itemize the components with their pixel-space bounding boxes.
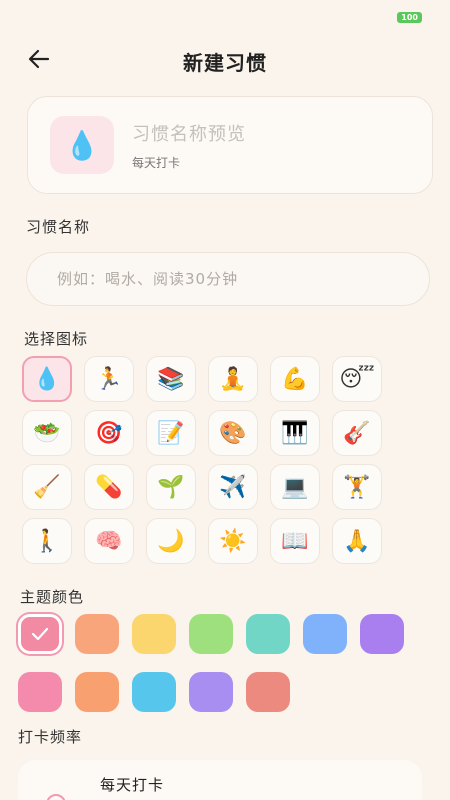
books-icon: 📚	[157, 366, 185, 392]
icon-option-guitar[interactable]: 🎸	[332, 410, 382, 456]
icon-option-brain[interactable]: 🧠	[84, 518, 134, 564]
guitar-icon: 🎸	[343, 420, 371, 446]
color-swatch[interactable]	[246, 614, 290, 654]
icon-option-moon[interactable]: 🌙	[146, 518, 196, 564]
color-swatch[interactable]	[18, 672, 62, 712]
icon-select-label: 选择图标	[24, 330, 89, 348]
icon-option-airplane[interactable]: ✈️	[208, 464, 258, 510]
preview-habit-name: 习惯名称预览	[132, 123, 246, 145]
salad-icon: 🥗	[33, 420, 61, 446]
color-swatch[interactable]	[75, 614, 119, 654]
icon-option-books[interactable]: 📚	[146, 356, 196, 402]
color-swatch[interactable]	[246, 672, 290, 712]
frequency-option-daily[interactable]: 每天打卡	[18, 760, 422, 800]
icon-option-seedling[interactable]: 🌱	[146, 464, 196, 510]
checkmark-icon	[31, 627, 49, 641]
icon-option-open-book[interactable]: 📖	[270, 518, 320, 564]
icon-option-sun[interactable]: ☀️	[208, 518, 258, 564]
status-right: 100	[397, 11, 422, 23]
muscle-icon: 💪	[281, 366, 309, 392]
icon-option-broom[interactable]: 🧹	[22, 464, 72, 510]
moon-icon: 🌙	[157, 528, 185, 554]
open-book-icon: 📖	[281, 528, 309, 554]
weightlifting-icon: 🏋️	[343, 474, 371, 500]
target-icon: 🎯	[95, 420, 123, 446]
icon-option-water-drop[interactable]: 💧	[22, 356, 72, 402]
color-swatch[interactable]	[360, 614, 404, 654]
back-arrow-icon	[28, 49, 50, 69]
icon-option-sleep[interactable]: 😴	[332, 356, 382, 402]
icon-option-memo[interactable]: 📝	[146, 410, 196, 456]
back-button[interactable]	[24, 44, 54, 74]
icon-option-salad[interactable]: 🥗	[22, 410, 72, 456]
frequency-option-label: 每天打卡	[100, 776, 165, 794]
color-swatch[interactable]	[75, 672, 119, 712]
sleep-icon: 😴	[339, 366, 375, 392]
walking-icon: 🚶	[33, 528, 61, 554]
radio-button[interactable]	[46, 794, 66, 800]
preview-frequency: 每天打卡	[132, 155, 181, 170]
icon-option-laptop[interactable]: 💻	[270, 464, 320, 510]
icon-option-pray[interactable]: 🙏	[332, 518, 382, 564]
water-drop-icon: 💧	[33, 366, 61, 392]
brain-icon: 🧠	[95, 528, 123, 554]
icon-option-palette[interactable]: 🎨	[208, 410, 258, 456]
airplane-icon: ✈️	[219, 474, 247, 500]
habit-preview-card: 💧 习惯名称预览 每天打卡	[27, 96, 433, 194]
icon-option-pill[interactable]: 💊	[84, 464, 134, 510]
memo-icon: 📝	[157, 420, 185, 446]
running-icon: 🏃	[95, 366, 123, 392]
seedling-icon: 🌱	[157, 474, 185, 500]
preview-icon: 💧	[50, 116, 114, 174]
meditation-icon: 🧘	[219, 366, 247, 392]
theme-color-label: 主题颜色	[20, 588, 85, 606]
status-bar: 100	[0, 0, 450, 34]
icon-option-piano[interactable]: 🎹	[270, 410, 320, 456]
piano-icon: 🎹	[281, 420, 309, 446]
icon-option-meditation[interactable]: 🧘	[208, 356, 258, 402]
palette-icon: 🎨	[219, 420, 247, 446]
icon-option-muscle[interactable]: 💪	[270, 356, 320, 402]
broom-icon: 🧹	[33, 474, 61, 500]
frequency-label: 打卡频率	[18, 728, 83, 746]
icon-grid: 💧 🏃 📚 🧘 💪 😴 🥗 🎯 📝 🎨 🎹 🎸 🧹 💊 🌱 ✈️ 💻 🏋️ 🚶 🧠 🌙 ☀️ 📖 🙏	[22, 356, 402, 564]
header: 新建习惯	[0, 38, 450, 84]
icon-option-target[interactable]: 🎯	[84, 410, 134, 456]
color-swatch[interactable]	[303, 614, 347, 654]
color-swatch[interactable]	[189, 614, 233, 654]
color-swatch[interactable]	[132, 614, 176, 654]
habit-name-input[interactable]	[26, 252, 430, 306]
icon-option-walking[interactable]: 🚶	[22, 518, 72, 564]
color-swatch[interactable]	[18, 614, 62, 654]
laptop-icon: 💻	[281, 474, 309, 500]
color-swatch[interactable]	[132, 672, 176, 712]
page-title: 新建习惯	[183, 50, 267, 75]
sun-icon: ☀️	[219, 528, 247, 554]
pill-icon: 💊	[95, 474, 123, 500]
icon-option-running[interactable]: 🏃	[84, 356, 134, 402]
color-grid	[18, 614, 418, 712]
color-swatch[interactable]	[189, 672, 233, 712]
icon-option-weightlifting[interactable]: 🏋️	[332, 464, 382, 510]
pray-icon: 🙏	[343, 528, 371, 554]
habit-name-label: 习惯名称	[26, 218, 91, 236]
battery-indicator: 100	[397, 11, 422, 23]
